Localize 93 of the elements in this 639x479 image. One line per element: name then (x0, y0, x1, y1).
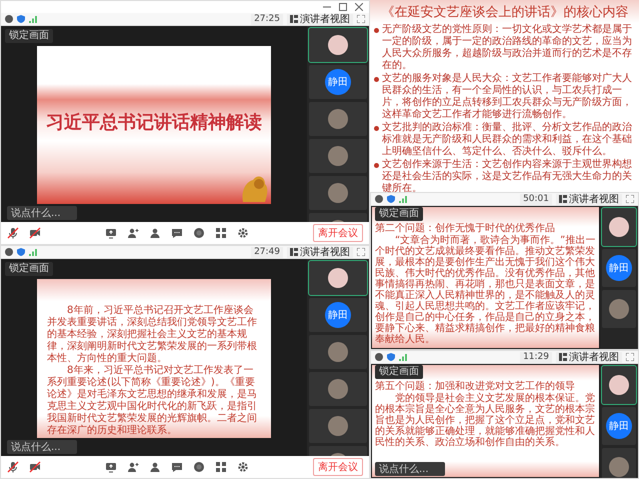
fullscreen-icon[interactable] (357, 248, 365, 256)
avatar-photo-placeholder (328, 268, 348, 288)
leave-meeting-button[interactable]: 离开会议 (313, 458, 363, 476)
signal-icon (29, 248, 37, 256)
bullet-icon (374, 28, 379, 33)
lock-view-button[interactable]: 锁定画面 (375, 207, 423, 221)
apps-grid-icon[interactable] (215, 461, 227, 473)
layout-icon (290, 248, 298, 256)
record-icon[interactable] (193, 227, 205, 239)
meeting-timer: 50:01 (520, 194, 552, 204)
participant-tile[interactable]: 静田 (602, 407, 636, 445)
bullet-text: 文艺的服务对象是人民大众：文艺工作者要能够对广大人民群众的生活，有一个全局性的认识，与工农兵打成一片，将创作的立足点转移到工农兵群众与无产阶级方面，这样革命文艺工作者才能够进行流畅创作。 (382, 73, 633, 121)
view-button[interactable]: 演讲者视图 (556, 352, 622, 362)
avatar-photo-placeholder (609, 299, 629, 319)
avatar: 静田 (606, 255, 632, 281)
layout-icon (290, 15, 298, 23)
muted-microphone-icon[interactable] (7, 227, 19, 239)
slide-paragraph: 8年来，习近平总书记对文艺工作发表了一系列重要论述(以下简称《重要论述》)。《重要论述》是对毛泽东文艺思想的继承和发展，是马克思主义文艺观中国化时代化的新飞跃，是指引我国新时代文艺繁荣发展的光辉旗帜。二者之间存在深广的历史和理论联系。 (47, 365, 258, 437)
leave-meeting-button[interactable]: 离开会议 (313, 224, 363, 242)
slide-paragraph: 8年前，习近平总书记召开文艺工作座谈会并发表重要讲话，深刻总结我们党领导文艺工作的基本经验，深刻把握社会主义文艺的基本规律，深刻阐明新时代文艺繁荣发展的一系列带根本性、方向性的重大问题。 (47, 305, 258, 364)
avatar-photo-placeholder (328, 146, 348, 166)
view-button[interactable]: 演讲者视图 (556, 194, 622, 204)
record-icon[interactable] (193, 461, 205, 473)
signal-icon (29, 15, 37, 23)
slide-paragraph: “文章合为时而著，歌诗合为事而作。”推出一个时代的文艺成就最终要看作品。推动文艺繁荣发展，最根本的是要创作生产出无愧于我们这个伟大民族、伟大时代的优秀作品。没有优秀作品，其他事情搞得再热闹、再花哨，那也只是表面文章，是不能真正深入人民精神世界的，是不能触及人的灵魂、引起人民思想共鸣的。文艺工作者应该牢记，创作是自己的中心任务，作品是自己的立身之本，要静下心来、精益求精搞创作，把最好的精神食粮奉献给人民。 (375, 235, 596, 345)
avatar-photo-placeholder (328, 35, 348, 55)
chat-icon[interactable] (171, 227, 183, 239)
participant-tile[interactable]: 静田 (309, 65, 367, 99)
avatar: 静田 (325, 69, 351, 95)
camera-off-icon[interactable] (29, 227, 41, 239)
settings-icon[interactable] (237, 227, 249, 239)
signal-icon (399, 195, 407, 203)
slide-heading: 第二个问题：创作无愧于时代的优秀作品 (375, 222, 556, 234)
avatar-photo-placeholder (328, 342, 348, 362)
avatar-photo-placeholder (328, 183, 348, 203)
maximize-icon[interactable] (339, 3, 347, 11)
chat-input[interactable]: 说点什么... (7, 440, 77, 454)
shield-icon[interactable] (17, 15, 25, 23)
participant-tile[interactable]: 静田 (309, 298, 367, 332)
layout-icon (559, 195, 567, 203)
chat-input[interactable]: 说点什么... (375, 462, 445, 476)
lock-view-button[interactable]: 锁定画面 (5, 262, 53, 276)
view-button[interactable]: 演讲者视图 (287, 14, 353, 24)
avatar-photo-placeholder (328, 416, 348, 436)
shield-icon[interactable] (387, 353, 395, 361)
fullscreen-icon[interactable] (626, 195, 634, 203)
chat-icon[interactable] (171, 461, 183, 473)
avatar-photo-placeholder (609, 375, 629, 395)
slide-title: 习近平总书记讲话精神解读 (46, 111, 262, 134)
avatar-photo-placeholder (609, 457, 629, 477)
shield-icon[interactable] (17, 248, 25, 256)
people-icon[interactable] (149, 461, 161, 473)
settings-icon[interactable] (237, 461, 249, 473)
info-icon[interactable] (375, 353, 383, 361)
info-icon[interactable] (375, 195, 383, 203)
lock-view-button[interactable]: 锁定画面 (5, 29, 53, 43)
add-person-icon[interactable] (127, 461, 139, 473)
screen-share-icon[interactable] (105, 227, 117, 239)
bullet-text: 无产阶级文艺的党性原则：一切文化或文学艺术都是属于一定的阶级，属于一定的政治路线的革命的文艺，应当为人民大众所服务，超越阶级与政治并道而行的艺术是不存在的。 (382, 24, 633, 72)
layout-icon (559, 353, 567, 361)
fullscreen-icon[interactable] (357, 15, 365, 23)
meeting-timer: 11:29 (520, 352, 552, 362)
avatar-photo-placeholder (328, 109, 348, 129)
meeting-timer: 27:25 (251, 14, 283, 24)
add-person-icon[interactable] (127, 227, 139, 239)
bullet-icon (374, 163, 379, 168)
bullet-icon (374, 126, 379, 131)
chat-input[interactable]: 说点什么... (7, 206, 77, 220)
info-icon[interactable] (5, 15, 13, 23)
bullet-text: 文艺创作来源于生活：文艺创作内容来源于主观世界构想还是社会生活的实际，这是文艺作品有无强大生命力的关键所在。 (382, 159, 633, 192)
bullet-icon (374, 77, 379, 82)
screen-share-icon[interactable] (105, 461, 117, 473)
slide-title: 《在延安文艺座谈会上的讲话》的核心内容 (380, 4, 630, 21)
people-icon[interactable] (149, 227, 161, 239)
participant-tile[interactable]: 静田 (602, 249, 636, 287)
apps-grid-icon[interactable] (215, 227, 227, 239)
info-icon[interactable] (5, 248, 13, 256)
muted-microphone-icon[interactable] (7, 461, 19, 473)
view-button[interactable]: 演讲者视图 (287, 246, 353, 258)
bullet-text: 文艺批判的政治标准：衡量、批评、分析文艺作品的政治标准就是无产阶级和人民群众的需求和利益，在这个基础上明确坚信什么、笃定什么、否决什么、驳斥什么。 (382, 122, 633, 158)
slide-heading: 第五个问题：加强和改进党对文艺工作的领导 (375, 380, 576, 392)
lock-view-button[interactable]: 锁定画面 (375, 365, 423, 379)
fullscreen-icon[interactable] (626, 353, 634, 361)
camera-off-icon[interactable] (29, 461, 41, 473)
close-icon[interactable] (355, 3, 363, 11)
signal-icon (399, 353, 407, 361)
avatar-photo-placeholder (609, 217, 629, 237)
meeting-timer: 27:49 (251, 246, 283, 258)
avatar-photo-placeholder (328, 379, 348, 399)
slide-paragraph: 党的领导是社会主义文艺发展的根本保证。党的根本宗旨是全心全意为人民服务，文艺的根本宗旨也是为人民创作，把握了这个立足点，党和文艺的关系就能够正确处理，就能够准确把握党性和人民性的关系、政治立场和创作自由的关系。 (375, 393, 596, 448)
avatar: 静田 (325, 302, 351, 328)
avatar: 静田 (606, 413, 632, 439)
shield-icon[interactable] (387, 195, 395, 203)
